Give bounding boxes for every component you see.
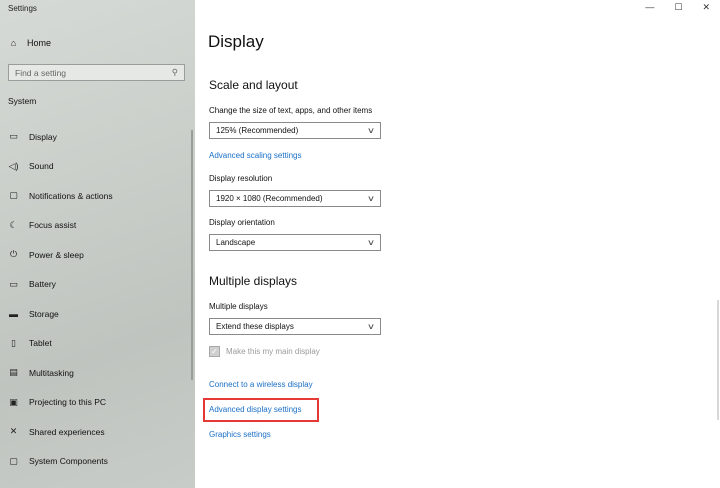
chevron-down-icon: ∨ [366,194,376,203]
resolution-value: 1920 × 1080 (Recommended) [216,194,323,203]
main-content: — ☐ ✕ Display Scale and layout Change th… [195,0,720,488]
minimize-button[interactable]: — [645,2,654,13]
home-icon: ⌂ [10,37,17,48]
sidebar-item-power-sleep[interactable]: ⏻ Power & sleep [0,240,195,270]
chevron-down-icon: ∨ [366,322,376,331]
resolution-dropdown[interactable]: 1920 × 1080 (Recommended) ∨ [209,190,381,207]
sidebar-item-label: Multitasking [29,367,74,378]
sidebar-item-display[interactable]: ▭ Display [0,122,195,152]
sidebar-item-label: Sound [29,161,54,172]
graphics-settings-link[interactable]: Graphics settings [209,430,271,439]
sidebar-item-label: Shared experiences [29,426,105,437]
sidebar-item-label: System Components [29,456,108,467]
sidebar-item-system-components[interactable]: ▢ System Components [0,447,195,477]
multiple-displays-heading: Multiple displays [209,274,298,288]
main-scrollbar[interactable] [717,300,719,420]
sidebar-item-multitasking[interactable]: ▤ Multitasking [0,358,195,388]
moon-icon: ☾ [9,219,18,230]
advanced-scaling-link[interactable]: Advanced scaling settings [209,151,302,160]
sidebar-item-storage[interactable]: ▬ Storage [0,299,195,329]
checkmark-icon: ✓ [209,346,220,357]
home-label: Home [27,37,52,48]
scale-value: 125% (Recommended) [216,126,299,135]
scale-layout-heading: Scale and layout [209,78,298,92]
sidebar-item-label: Tablet [29,338,52,349]
connect-wireless-link[interactable]: Connect to a wireless display [209,380,313,389]
main-display-checkbox[interactable]: ✓ Make this my main display [209,346,320,357]
chevron-down-icon: ∨ [366,238,376,247]
tablet-icon: ▯ [11,337,16,348]
sidebar-item-shared-experiences[interactable]: ✕ Shared experiences [0,417,195,447]
chevron-down-icon: ∨ [366,126,376,135]
close-button[interactable]: ✕ [702,2,710,13]
sidebar-item-projecting[interactable]: ▣ Projecting to this PC [0,388,195,418]
sidebar-item-tablet[interactable]: ▯ Tablet [0,329,195,359]
sidebar-item-label: Power & sleep [29,249,84,260]
sidebar-item-focus-assist[interactable]: ☾ Focus assist [0,211,195,241]
resolution-label: Display resolution [209,174,273,183]
sidebar-item-label: Storage [29,308,59,319]
scale-dropdown[interactable]: 125% (Recommended) ∨ [209,122,381,139]
page-title: Display [208,32,264,51]
maximize-button[interactable]: ☐ [674,2,682,13]
orientation-value: Landscape [216,238,256,247]
power-icon: ⏻ [9,249,18,260]
window-controls: — ☐ ✕ [645,2,710,13]
projecting-icon: ▣ [9,396,18,407]
scale-label: Change the size of text, apps, and other… [209,106,373,115]
section-label: System [8,96,37,106]
search-placeholder: Find a setting [15,67,67,78]
storage-icon: ▬ [9,308,18,319]
multiple-displays-value: Extend these displays [216,322,294,331]
sidebar-nav: ▭ Display ◁) Sound ▢ Notifications & act… [0,122,195,476]
sidebar-item-label: Focus assist [29,220,77,231]
battery-icon: ▭ [9,278,18,289]
notification-icon: ▢ [9,190,18,201]
orientation-dropdown[interactable]: Landscape ∨ [209,234,381,251]
sidebar-item-notifications[interactable]: ▢ Notifications & actions [0,181,195,211]
components-icon: ▢ [9,455,18,466]
monitor-icon: ▭ [9,131,18,142]
speaker-icon: ◁) [8,160,19,171]
shared-experiences-icon: ✕ [9,426,18,437]
multiple-displays-dropdown[interactable]: Extend these displays ∨ [209,318,381,335]
sidebar-item-sound[interactable]: ◁) Sound [0,152,195,182]
app-title: Settings [8,4,37,13]
highlight-box [203,398,319,422]
search-icon: ⚲ [171,67,178,77]
search-input[interactable]: Find a setting ⚲ [8,64,185,81]
sidebar-item-battery[interactable]: ▭ Battery [0,270,195,300]
home-link[interactable]: ⌂ Home [8,37,51,48]
sidebar-scrollbar[interactable] [191,130,193,380]
main-display-label: Make this my main display [226,347,320,356]
orientation-label: Display orientation [209,218,275,227]
multitasking-icon: ▤ [9,367,18,378]
sidebar-item-label: Display [29,131,57,142]
multiple-displays-label: Multiple displays [209,302,268,311]
sidebar-item-label: Projecting to this PC [29,397,107,408]
sidebar-item-label: Battery [29,279,56,290]
sidebar: Settings ⌂ Home Find a setting ⚲ System … [0,0,195,488]
sidebar-item-label: Notifications & actions [29,190,113,201]
